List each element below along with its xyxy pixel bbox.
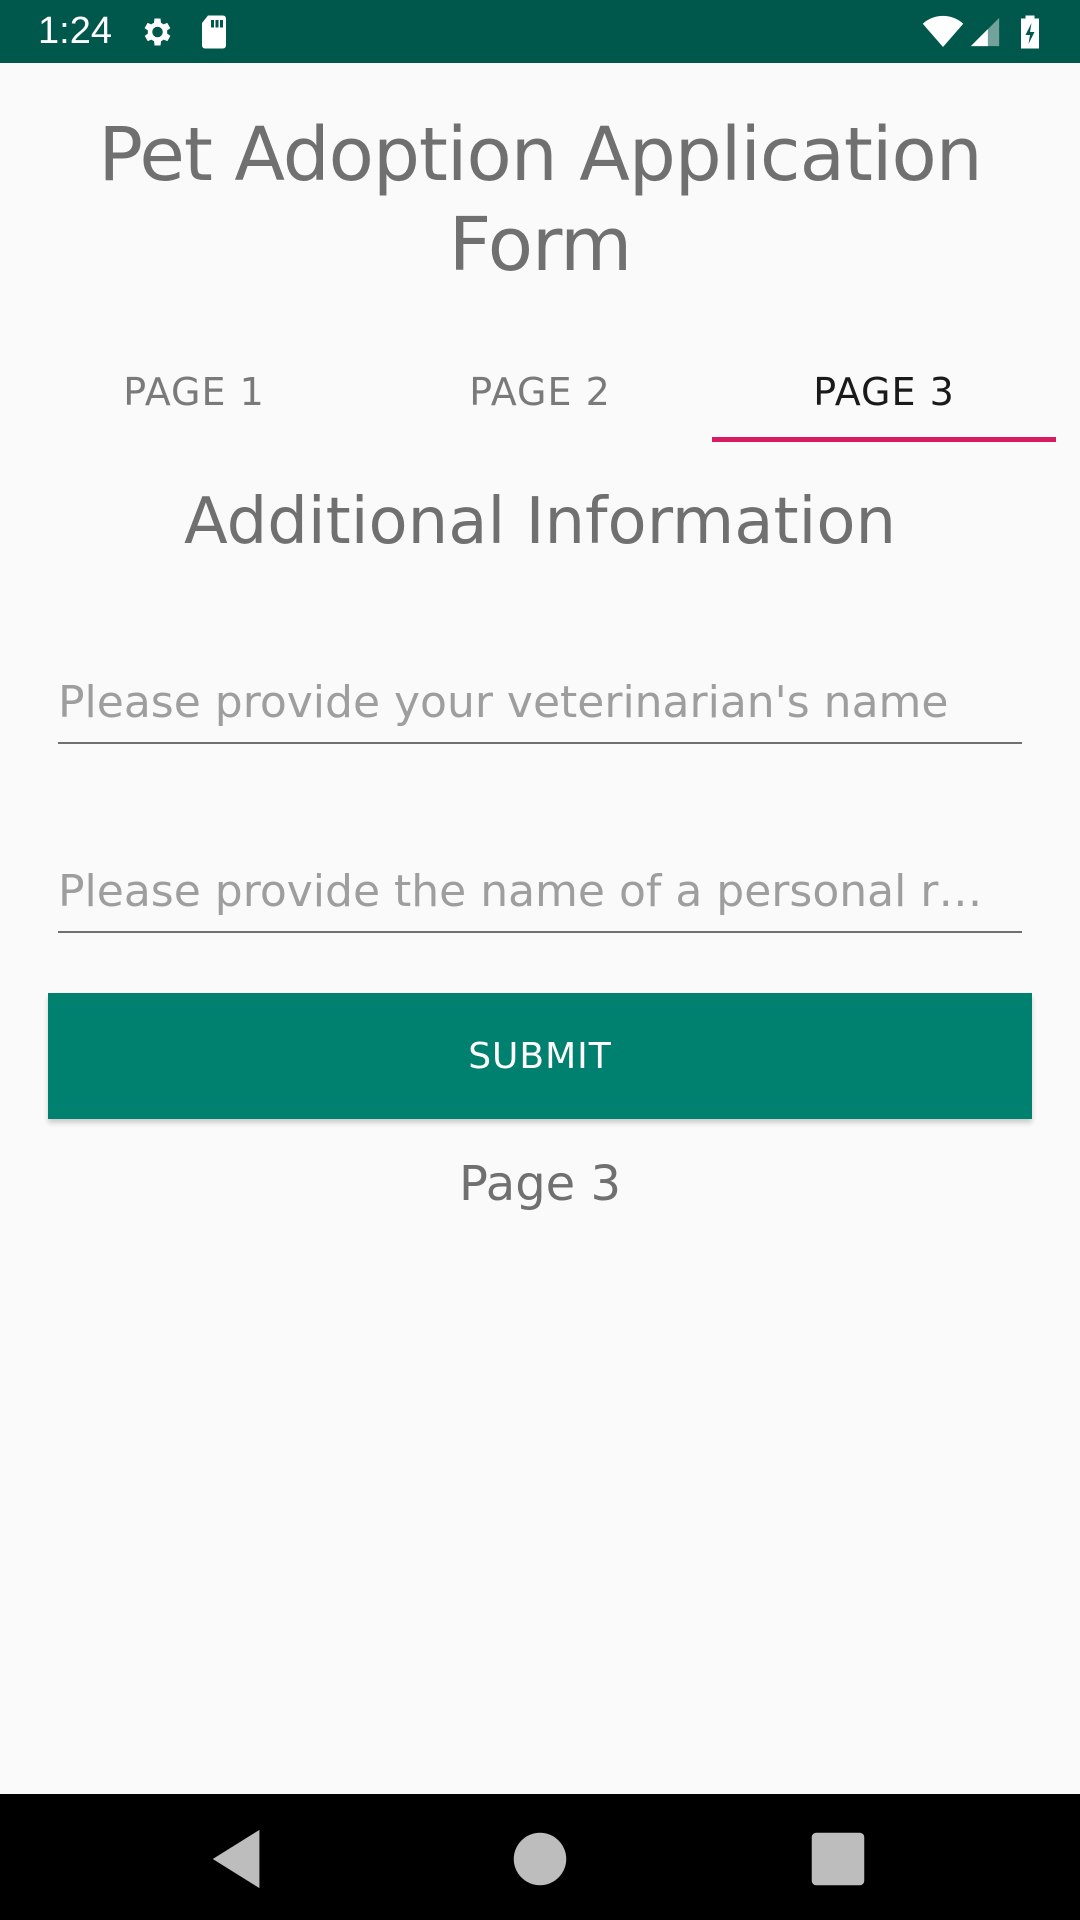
battery-charging-icon [1021,15,1039,49]
back-icon[interactable] [204,1824,274,1894]
tab-page-2[interactable]: PAGE 2 [368,340,712,444]
status-time: 1:24 [38,10,112,52]
page-title: Pet Adoption Application Form [98,112,982,288]
gear-icon [144,18,171,46]
page-indicator-label: Page 3 [459,1156,621,1212]
sd-card-icon [202,15,226,49]
system-nav-bar [0,1794,1080,1920]
tab-bar: PAGE 1 PAGE 2 PAGE 3 [0,340,1080,444]
tab-page-1[interactable]: PAGE 1 [22,340,366,444]
tab-page-3[interactable]: PAGE 3 [712,340,1056,444]
app-screen: 1:24 Pet Adoption Application Form PAGE … [0,0,1080,1920]
status-bar: 1:24 [0,0,1080,63]
recents-icon[interactable] [803,1824,873,1894]
home-icon[interactable] [505,1824,575,1894]
signal-icon [970,17,1000,47]
submit-button[interactable]: SUBMIT [48,993,1032,1119]
veterinarian-name-input[interactable] [58,662,1022,744]
personal-reference-input[interactable] [58,851,1022,933]
tab-label: PAGE 1 [123,370,265,414]
section-title: Additional Information [183,485,897,559]
wifi-icon [922,15,964,48]
tab-label: PAGE 2 [469,370,611,414]
tab-label: PAGE 3 [813,370,955,414]
tab-indicator [712,437,1056,442]
